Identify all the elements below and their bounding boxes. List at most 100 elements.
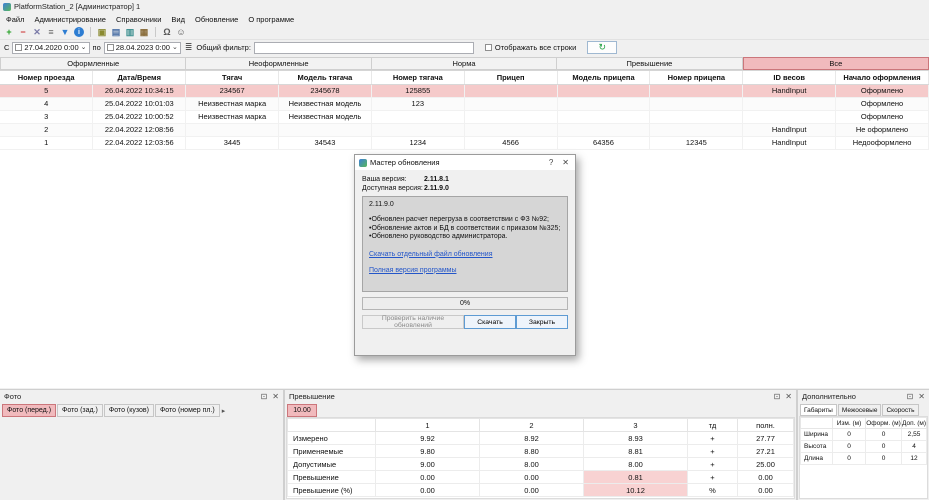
photo-icon[interactable]: ▣ xyxy=(96,26,108,38)
close-icon[interactable]: ✕ xyxy=(918,392,925,401)
category-tab[interactable]: Неоформленные xyxy=(186,57,371,70)
column-header[interactable]: Номер тягача xyxy=(371,71,464,84)
table-row[interactable]: 526.04.2022 10:34:152345672345678125855H… xyxy=(0,84,929,97)
info-icon[interactable]: i xyxy=(74,27,84,37)
check-updates-button[interactable]: Проверить наличие обновлений xyxy=(362,315,464,329)
table-row[interactable]: 425.04.2022 10:01:03Неизвестная маркаНеи… xyxy=(0,97,929,110)
column-header[interactable]: Тягач xyxy=(186,71,279,84)
document-icon[interactable]: ▤ xyxy=(110,26,122,38)
table-row[interactable]: 325.04.2022 10:00:52Неизвестная маркаНеи… xyxy=(0,110,929,123)
close-button[interactable]: Закрыть xyxy=(516,315,568,329)
excess-cell: 0.00 xyxy=(738,484,794,497)
app-icon xyxy=(3,3,11,11)
update-wizard-dialog: Мастер обновления ? ✕ Ваша версия: 2.11.… xyxy=(354,154,576,356)
column-header[interactable]: ID весов xyxy=(743,71,836,84)
dialog-bullet-item: •Обновлен расчет перегруза в соответстви… xyxy=(369,216,561,225)
menu-item[interactable]: О программе xyxy=(243,14,299,25)
photo-tab[interactable]: Фото (зад.) xyxy=(57,404,103,417)
photo-tab[interactable]: Фото (перед.) xyxy=(2,404,56,417)
date-to-label: по xyxy=(93,43,101,52)
cell: 5 xyxy=(0,84,93,97)
excess-tab[interactable]: 10.00 xyxy=(287,404,317,417)
menu-item[interactable]: Файл xyxy=(1,14,29,25)
delete-icon[interactable]: ✕ xyxy=(31,26,43,38)
category-tab[interactable]: Норма xyxy=(372,57,557,70)
report-icon[interactable]: ▥ xyxy=(124,26,136,38)
filter-icon[interactable]: ▼ xyxy=(59,26,71,38)
close-icon[interactable]: ✕ xyxy=(785,392,792,401)
filter-options-icon[interactable]: ≣ xyxy=(185,42,193,53)
chevron-down-icon[interactable]: ⌄ xyxy=(81,45,87,51)
dialog-bullet-item: •Обновление актов и БД в соответствии с … xyxy=(369,225,561,234)
add-icon[interactable]: + xyxy=(3,26,15,38)
extra-tab[interactable]: Габариты xyxy=(800,404,837,416)
pin-icon[interactable]: ⊡ xyxy=(774,392,781,401)
photo-tab[interactable]: Фото (номер пл.) xyxy=(155,404,220,417)
category-tab[interactable]: Все xyxy=(743,57,929,70)
column-header[interactable]: Модель тягача xyxy=(279,71,372,84)
column-header[interactable]: Прицеп xyxy=(464,71,557,84)
extra-cell: 0 xyxy=(833,453,866,465)
toolbar-separator xyxy=(90,27,91,37)
date-to-checkbox[interactable] xyxy=(107,44,114,51)
passes-table-body: 526.04.2022 10:34:152345672345678125855H… xyxy=(0,84,929,149)
menu-item[interactable]: Вид xyxy=(166,14,190,25)
extra-tab[interactable]: Межосевые xyxy=(838,404,882,416)
settings-icon[interactable]: ≡ xyxy=(45,26,57,38)
column-header[interactable]: Модель прицепа xyxy=(557,71,650,84)
extra-column-header: Оформ. (м) xyxy=(866,418,902,429)
dialog-close-icon[interactable]: ✕ xyxy=(562,158,569,167)
tabs-overflow-icon[interactable]: ▸ xyxy=(221,404,227,417)
table-row[interactable]: 122.04.2022 12:03:5634453454312344566643… xyxy=(0,136,929,149)
extra-tab[interactable]: Скорость xyxy=(882,404,918,416)
cell xyxy=(650,97,743,110)
full-version-link[interactable]: Полная версия программы xyxy=(369,267,561,274)
chevron-down-icon[interactable]: ⌄ xyxy=(172,45,178,51)
close-icon[interactable]: ✕ xyxy=(272,392,279,401)
header-row: Номер проездаДата/ВремяТягачМодель тягач… xyxy=(0,71,929,84)
show-all-checkbox[interactable] xyxy=(485,44,492,51)
cell: HandInput xyxy=(743,123,836,136)
acts-icon[interactable]: ▦ xyxy=(138,26,150,38)
column-header[interactable]: Номер проезда xyxy=(0,71,93,84)
dialog-help-button[interactable]: ? xyxy=(549,158,553,167)
column-header[interactable]: Номер прицепа xyxy=(650,71,743,84)
user-icon[interactable]: ☺ xyxy=(175,26,187,38)
extra-cell: 12 xyxy=(902,453,927,465)
date-from-field[interactable]: 27.04.2020 0:00 ⌄ xyxy=(12,42,89,54)
excess-row-label: Применяемые xyxy=(288,445,376,458)
category-tab[interactable]: Превышение xyxy=(557,57,742,70)
photo-tab[interactable]: Фото (кузов) xyxy=(104,404,154,417)
date-from-value: 27.04.2020 0:00 xyxy=(24,43,78,52)
remove-icon[interactable]: − xyxy=(17,26,29,38)
menu-item[interactable]: Справочники xyxy=(111,14,166,25)
cell: 12345 xyxy=(650,136,743,149)
date-from-checkbox[interactable] xyxy=(15,44,22,51)
dialog-bullet-item: •Обновлено руководство администратора. xyxy=(369,233,561,242)
menu-item[interactable]: Администрирование xyxy=(29,14,111,25)
column-header[interactable]: Начало оформления xyxy=(836,71,929,84)
extra-cell: 0 xyxy=(833,429,866,441)
date-to-field[interactable]: 28.04.2023 0:00 ⌄ xyxy=(104,42,181,54)
menu-item[interactable]: Обновление xyxy=(190,14,243,25)
category-tab[interactable]: Оформленные xyxy=(0,57,186,70)
excess-cell: 0.81 xyxy=(584,471,688,484)
scales-icon[interactable]: Ω xyxy=(161,26,173,38)
cell: 25.04.2022 10:01:03 xyxy=(93,97,186,110)
general-filter-input[interactable] xyxy=(254,42,474,54)
cell xyxy=(650,110,743,123)
cell: 3445 xyxy=(186,136,279,149)
column-header[interactable]: Дата/Время xyxy=(93,71,186,84)
cell xyxy=(464,97,557,110)
cell: 3 xyxy=(0,110,93,123)
table-row[interactable]: 222.04.2022 12:08:56HandInputНе оформлен… xyxy=(0,123,929,136)
cell: 4 xyxy=(0,97,93,110)
extra-cell: 0 xyxy=(866,429,902,441)
pin-icon[interactable]: ⊡ xyxy=(261,392,268,401)
pin-icon[interactable]: ⊡ xyxy=(907,392,914,401)
download-update-file-link[interactable]: Скачать отдельный файл обновления xyxy=(369,251,561,258)
download-button[interactable]: Скачать xyxy=(464,315,516,329)
your-version-label: Ваша версия: xyxy=(362,176,424,183)
refresh-button[interactable]: ↻ xyxy=(587,41,617,54)
excess-cell: 8.00 xyxy=(480,458,584,471)
